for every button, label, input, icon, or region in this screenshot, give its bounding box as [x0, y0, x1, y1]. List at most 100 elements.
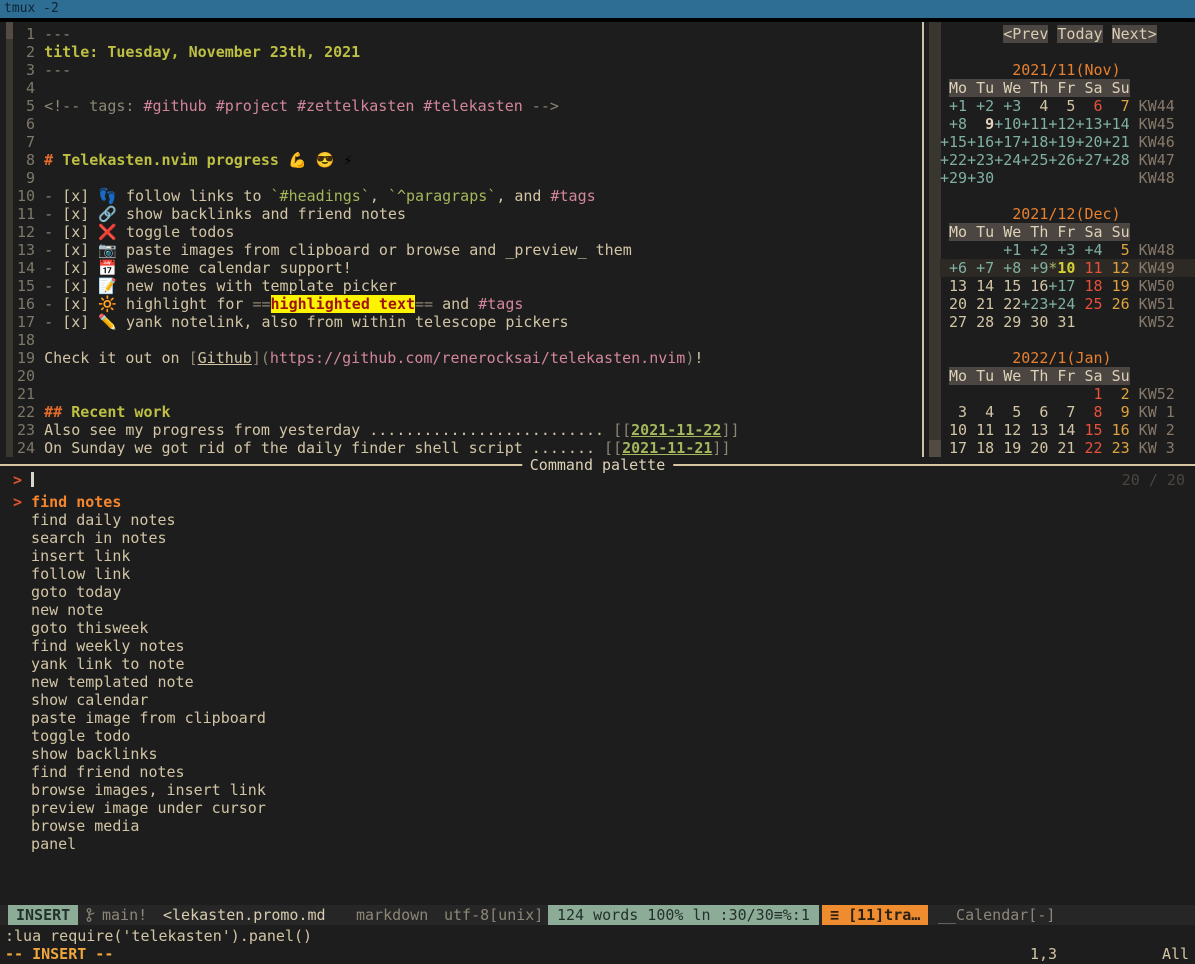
- calendar-day[interactable]: +3: [1048, 241, 1075, 259]
- calendar-day[interactable]: +4: [1075, 241, 1102, 259]
- editor-line[interactable]: 12 - [x] ❌ toggle todos: [8, 223, 740, 241]
- calendar-today-button[interactable]: Today: [1057, 25, 1102, 43]
- calendar-day[interactable]: 27: [940, 313, 967, 331]
- palette-item[interactable]: preview image under cursor: [13, 799, 266, 817]
- palette-item[interactable]: browse images, insert link: [13, 781, 266, 799]
- editor-line[interactable]: 24 On Sunday we got rid of the daily fin…: [8, 439, 740, 457]
- calendar-day[interactable]: +24: [994, 151, 1021, 169]
- text-segment[interactable]: Github: [198, 349, 252, 367]
- calendar-day[interactable]: +17: [1048, 277, 1075, 295]
- calendar-day[interactable]: 18: [967, 439, 994, 457]
- calendar-day[interactable]: 25: [1075, 295, 1102, 313]
- calendar-day[interactable]: 13: [1021, 421, 1048, 439]
- calendar-day[interactable]: 12: [1103, 259, 1130, 277]
- editor-line[interactable]: 18: [8, 331, 740, 349]
- palette-item[interactable]: panel: [13, 835, 266, 853]
- calendar-day[interactable]: +23: [1021, 295, 1048, 313]
- calendar-day[interactable]: 22: [994, 295, 1021, 313]
- palette-item[interactable]: new templated note: [13, 673, 266, 691]
- calendar-day[interactable]: 19: [994, 439, 1021, 457]
- editor-line[interactable]: 5 <!-- tags: #github #project #zettelkas…: [8, 97, 740, 115]
- editor-line[interactable]: 6: [8, 115, 740, 133]
- calendar-day[interactable]: +11: [1021, 115, 1048, 133]
- calendar-day[interactable]: +13: [1075, 115, 1102, 133]
- editor-line[interactable]: 11 - [x] 🔗 show backlinks and friend not…: [8, 205, 740, 223]
- editor-line[interactable]: 4: [8, 79, 740, 97]
- palette-item[interactable]: insert link: [13, 547, 266, 565]
- calendar-day[interactable]: 26: [1103, 295, 1130, 313]
- git-branch[interactable]: main!: [86, 905, 147, 925]
- calendar-day[interactable]: +20: [1075, 133, 1102, 151]
- calendar-day[interactable]: 14: [967, 277, 994, 295]
- editor-line[interactable]: 20: [8, 367, 740, 385]
- calendar-day[interactable]: +14: [1103, 115, 1130, 133]
- palette-item[interactable]: find daily notes: [13, 511, 266, 529]
- calendar-day[interactable]: +3: [994, 97, 1021, 115]
- editor-line[interactable]: 17 - [x] ✏️ yank notelink, also from wit…: [8, 313, 740, 331]
- calendar-day[interactable]: 22: [1075, 439, 1102, 457]
- calendar-day[interactable]: 5: [1103, 241, 1130, 259]
- calendar-day[interactable]: 5: [1048, 97, 1075, 115]
- calendar-day[interactable]: 6: [1021, 403, 1048, 421]
- palette-item[interactable]: yank link to note: [13, 655, 266, 673]
- calendar-day[interactable]: +24: [1048, 295, 1075, 313]
- calendar-day[interactable]: +2: [1021, 241, 1048, 259]
- calendar-day[interactable]: +22: [940, 151, 967, 169]
- palette-item[interactable]: find weekly notes: [13, 637, 266, 655]
- calendar-day[interactable]: +8: [994, 259, 1021, 277]
- palette-item[interactable]: paste image from clipboard: [13, 709, 266, 727]
- calendar-day[interactable]: +27: [1075, 151, 1102, 169]
- calendar-day[interactable]: +16: [967, 133, 994, 151]
- editor-line[interactable]: 21: [8, 385, 740, 403]
- calendar-day[interactable]: +2: [967, 97, 994, 115]
- calendar-day[interactable]: 7: [1103, 97, 1130, 115]
- editor-line[interactable]: 10 - [x] 👣 follow links to `#headings`, …: [8, 187, 740, 205]
- palette-item-selected[interactable]: > find notes: [13, 493, 266, 511]
- palette-item[interactable]: new note: [13, 601, 266, 619]
- calendar-day[interactable]: +1: [994, 241, 1021, 259]
- calendar-day[interactable]: +17: [994, 133, 1021, 151]
- editor-line[interactable]: 19 Check it out on [Github](https://gith…: [8, 349, 740, 367]
- calendar-day[interactable]: +28: [1103, 151, 1130, 169]
- calendar-day[interactable]: +15: [940, 133, 967, 151]
- calendar-day[interactable]: 15: [994, 277, 1021, 295]
- calendar-day[interactable]: 21: [967, 295, 994, 313]
- palette-item[interactable]: search in notes: [13, 529, 266, 547]
- calendar-day[interactable]: 4: [1021, 97, 1048, 115]
- calendar-day[interactable]: 18: [1075, 277, 1102, 295]
- palette-item[interactable]: goto today: [13, 583, 266, 601]
- editor-line[interactable]: 22 ## Recent work: [8, 403, 740, 421]
- calendar-day[interactable]: 13: [940, 277, 967, 295]
- wiki-date-link[interactable]: 2021-11-22: [631, 421, 721, 439]
- editor-line[interactable]: 23 Also see my progress from yesterday .…: [8, 421, 740, 439]
- calendar-day[interactable]: 20: [1021, 439, 1048, 457]
- calendar-day[interactable]: +8: [940, 115, 967, 133]
- palette-item[interactable]: follow link: [13, 565, 266, 583]
- calendar-day[interactable]: 3: [940, 403, 967, 421]
- editor-line[interactable]: 2 title: Tuesday, November 23th, 2021: [8, 43, 740, 61]
- editor-line[interactable]: 1 ---: [8, 25, 740, 43]
- calendar-day[interactable]: 21: [1048, 439, 1075, 457]
- calendar-day[interactable]: 5: [994, 403, 1021, 421]
- calendar-day[interactable]: +19: [1048, 133, 1075, 151]
- palette-item[interactable]: show backlinks: [13, 745, 266, 763]
- calendar-day[interactable]: 16: [1103, 421, 1130, 439]
- calendar-day[interactable]: 19: [1103, 277, 1130, 295]
- github-url[interactable]: https://github.com/renerocksai/telekaste…: [270, 349, 685, 367]
- calendar-day[interactable]: 4: [967, 403, 994, 421]
- calendar-day[interactable]: +30: [967, 169, 994, 187]
- editor-line[interactable]: 3 ---: [8, 61, 740, 79]
- calendar-day[interactable]: +7: [967, 259, 994, 277]
- calendar-day[interactable]: +12: [1048, 115, 1075, 133]
- wiki-date-link[interactable]: 2021-11-21: [622, 439, 712, 457]
- calendar-day[interactable]: +10: [994, 115, 1021, 133]
- palette-item[interactable]: browse media: [13, 817, 266, 835]
- editor-line[interactable]: 9: [8, 169, 740, 187]
- buffer-badge[interactable]: ≡ [11]tra…: [822, 905, 928, 925]
- calendar-day[interactable]: 30: [1021, 313, 1048, 331]
- calendar-buffer-label[interactable]: __Calendar[-]: [938, 905, 1055, 925]
- calendar-next-button[interactable]: Next>: [1112, 25, 1157, 43]
- palette-item[interactable]: toggle todo: [13, 727, 266, 745]
- palette-item[interactable]: show calendar: [13, 691, 266, 709]
- calendar-day[interactable]: 10: [940, 421, 967, 439]
